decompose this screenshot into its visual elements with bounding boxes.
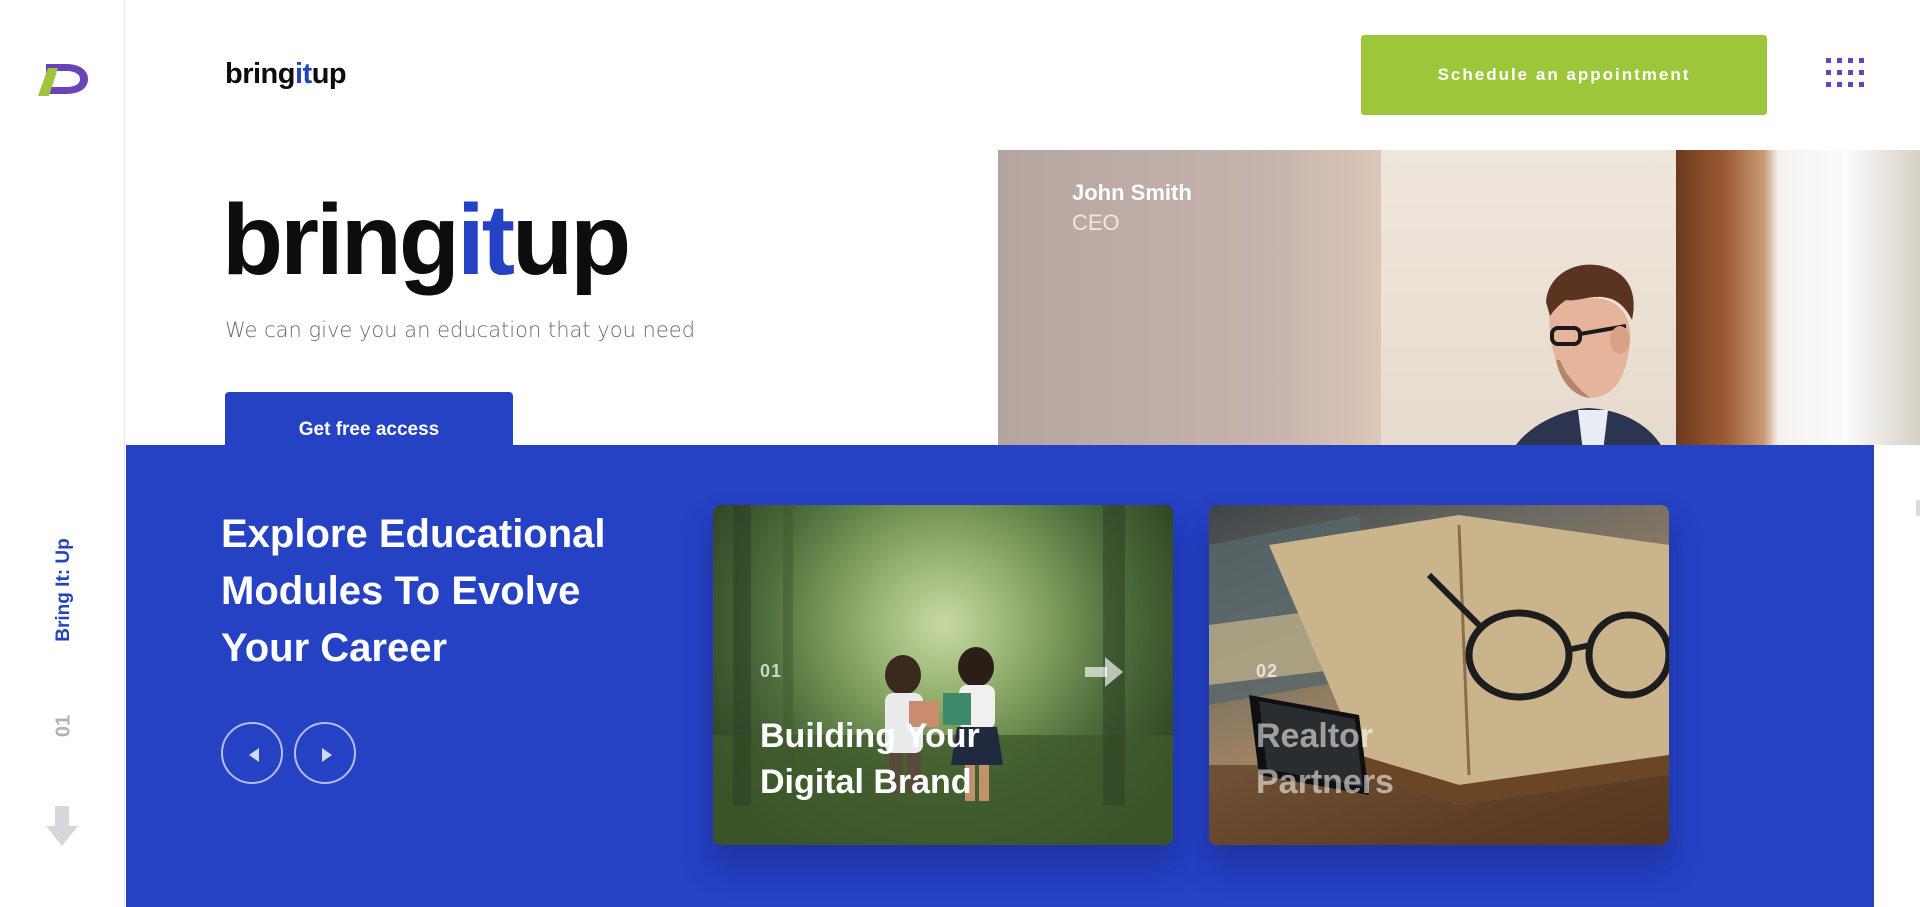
- brand-text-post: up: [311, 58, 347, 90]
- card-number: 02: [1256, 661, 1279, 681]
- module-card-2[interactable]: 02 Realtor Partners: [1209, 505, 1669, 845]
- get-free-access-button[interactable]: Get free access: [225, 392, 513, 452]
- logo-icon[interactable]: [36, 58, 90, 100]
- header-brand-logo[interactable]: bringitup: [225, 58, 347, 91]
- modules-heading: Explore Educational Modules To Evolve Yo…: [221, 512, 606, 670]
- card-arrow-icon[interactable]: [1085, 657, 1123, 687]
- card-number: 01: [760, 661, 783, 681]
- card-title: Realtor Partners: [1256, 717, 1394, 801]
- rail-brand-label: Bring It: Up: [53, 538, 74, 642]
- person-name: John Smith: [1072, 180, 1192, 205]
- left-rail: Bring It: Up 01: [0, 0, 125, 907]
- prev-arrow-icon: [249, 748, 259, 762]
- person-role: CEO: [1072, 210, 1120, 235]
- hero-title-post: up: [512, 184, 631, 296]
- schedule-appointment-button[interactable]: Schedule an appointment: [1361, 35, 1767, 115]
- scroll-indicator: [1916, 500, 1920, 516]
- hero-title-pre: bring: [222, 184, 460, 296]
- slide-index: 01: [52, 714, 75, 738]
- next-slide-button[interactable]: [294, 722, 356, 784]
- hero-title: bringitup: [222, 190, 631, 290]
- next-arrow-icon: [322, 748, 332, 762]
- hero-subtitle: We can give you an education that you ne…: [225, 318, 696, 342]
- menu-grid-icon[interactable]: [1826, 58, 1864, 94]
- brand-text-pre: bring: [225, 58, 296, 90]
- photo-door: [1676, 150, 1920, 445]
- prev-slide-button[interactable]: [221, 722, 283, 784]
- module-card-1[interactable]: 01 Building Your Digital Brand: [713, 505, 1173, 845]
- get-free-access-label: Get free access: [298, 419, 440, 440]
- brand-text-highlight: it: [295, 58, 312, 90]
- card-title: Building Your Digital Brand: [760, 717, 980, 801]
- hero-title-highlight: it: [456, 184, 515, 296]
- arrow-down-icon[interactable]: [46, 806, 78, 846]
- person-illustration: [1515, 264, 1661, 445]
